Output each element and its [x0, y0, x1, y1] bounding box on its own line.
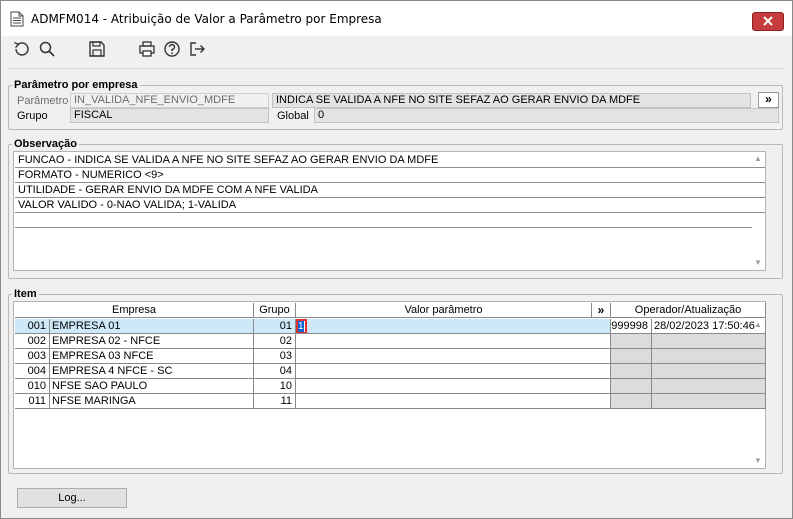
atualizacao-cell: [652, 334, 766, 349]
operador-cell: 999998: [611, 319, 652, 334]
parametro-empresa-legend: Parâmetro por empresa: [14, 79, 138, 91]
table-row[interactable]: 001 EMPRESA 01 01 1 999998 28/02/2023 17:50:4…: [14, 319, 766, 334]
operador-cell: [611, 394, 652, 409]
empresa-code-cell: 004: [15, 364, 50, 379]
scroll-down-icon[interactable]: ▼: [754, 258, 762, 267]
observacao-line: [15, 213, 752, 228]
operador-cell: [611, 334, 652, 349]
title-bar: ADMFM014 - Atribuição de Valor a Parâmet…: [1, 1, 792, 36]
column-header-empresa[interactable]: Empresa: [15, 303, 254, 318]
operador-cell: [611, 364, 652, 379]
item-legend: Item: [14, 288, 37, 300]
operador-cell: [611, 379, 652, 394]
document-icon: [10, 11, 24, 27]
empresa-name-cell: NFSE MARINGA: [50, 394, 254, 409]
app-window: ADMFM014 - Atribuição de Valor a Parâmet…: [0, 0, 793, 519]
log-button[interactable]: Log...: [17, 488, 127, 508]
atualizacao-cell: [652, 379, 766, 394]
observacao-scrollbar[interactable]: ▲ ▼: [752, 152, 764, 270]
global-label: Global: [277, 110, 309, 122]
observacao-textarea[interactable]: FUNCAO - INDICA SE VALIDA A NFE NO SITE …: [13, 151, 766, 271]
atualizacao-cell: [652, 364, 766, 379]
empresa-name-cell: EMPRESA 03 NFCE: [50, 349, 254, 364]
empresa-code-cell: 002: [15, 334, 50, 349]
scroll-up-icon[interactable]: ▲: [754, 320, 762, 329]
help-icon[interactable]: [163, 40, 181, 58]
item-table: Empresa Grupo Valor parâmetro » Operador…: [13, 301, 766, 469]
valor-cell[interactable]: [296, 379, 611, 394]
save-icon[interactable]: [88, 40, 106, 58]
column-header-operador[interactable]: Operador/Atualização: [611, 303, 766, 318]
table-row[interactable]: 010 NFSE SAO PAULO 10: [14, 379, 766, 394]
grupo-cell: 11: [254, 394, 296, 409]
parametro-expand-button[interactable]: »: [758, 92, 779, 108]
empresa-name-cell: EMPRESA 4 NFCE - SC: [50, 364, 254, 379]
valor-cell[interactable]: 1: [296, 319, 611, 334]
parametro-label: Parâmetro: [17, 95, 69, 107]
parametro-description-field: INDICA SE VALIDA A NFE NO SITE SEFAZ AO …: [272, 93, 751, 108]
valor-cell[interactable]: [296, 364, 611, 379]
close-icon: [763, 16, 773, 26]
close-button[interactable]: [752, 12, 784, 31]
empresa-name-cell: EMPRESA 01: [50, 319, 254, 334]
grupo-cell: 03: [254, 349, 296, 364]
empresa-code-cell: 011: [15, 394, 50, 409]
grupo-cell: 02: [254, 334, 296, 349]
valor-cell[interactable]: [296, 334, 611, 349]
window-title: ADMFM014 - Atribuição de Valor a Parâmet…: [31, 12, 382, 26]
parametro-field[interactable]: IN_VALIDA_NFE_ENVIO_MDFE: [70, 93, 269, 108]
scroll-down-icon[interactable]: ▼: [754, 456, 762, 465]
toolbar: [1, 36, 792, 66]
table-row[interactable]: 002 EMPRESA 02 - NFCE 02: [14, 334, 766, 349]
undo-icon[interactable]: [12, 40, 30, 58]
valor-editor-text: 1: [298, 321, 304, 332]
valor-expand-button[interactable]: »: [592, 303, 611, 318]
empresa-code-cell: 010: [15, 379, 50, 394]
atualizacao-cell: [652, 349, 766, 364]
valor-editor-input[interactable]: 1: [296, 319, 307, 333]
empresa-name-cell: EMPRESA 02 - NFCE: [50, 334, 254, 349]
column-header-valor[interactable]: Valor parâmetro: [296, 303, 592, 318]
scroll-up-icon[interactable]: ▲: [754, 154, 762, 163]
column-header-grupo[interactable]: Grupo: [254, 303, 296, 318]
search-icon[interactable]: [38, 40, 56, 58]
grupo-cell: 01: [254, 319, 296, 334]
toolbar-divider: [8, 68, 784, 69]
observacao-line: VALOR VALIDO - 0-NAO VALIDA; 1-VALIDA: [15, 198, 765, 213]
valor-cell[interactable]: [296, 394, 611, 409]
observacao-legend: Observação: [14, 138, 77, 150]
operador-cell: [611, 349, 652, 364]
exit-icon[interactable]: [188, 40, 206, 58]
table-row[interactable]: 004 EMPRESA 4 NFCE - SC 04: [14, 364, 766, 379]
valor-cell[interactable]: [296, 349, 611, 364]
empresa-name-cell: NFSE SAO PAULO: [50, 379, 254, 394]
grupo-field: FISCAL: [70, 108, 269, 123]
grupo-label: Grupo: [17, 110, 48, 122]
item-scrollbar[interactable]: ▲ ▼: [752, 318, 764, 468]
atualizacao-cell: 28/02/2023 17:50:46: [652, 319, 766, 334]
observacao-line: FORMATO - NUMERICO <9>: [15, 168, 765, 183]
global-field: 0: [314, 108, 779, 123]
atualizacao-cell: [652, 394, 766, 409]
grupo-cell: 10: [254, 379, 296, 394]
empresa-code-cell: 003: [15, 349, 50, 364]
empresa-code-cell: 001: [15, 319, 50, 334]
observacao-line: UTILIDADE - GERAR ENVIO DA MDFE COM A NF…: [15, 183, 765, 198]
table-row[interactable]: 003 EMPRESA 03 NFCE 03: [14, 349, 766, 364]
observacao-line: FUNCAO - INDICA SE VALIDA A NFE NO SITE …: [15, 153, 765, 168]
grupo-cell: 04: [254, 364, 296, 379]
print-icon[interactable]: [138, 40, 156, 58]
table-row[interactable]: 011 NFSE MARINGA 11: [14, 394, 766, 409]
